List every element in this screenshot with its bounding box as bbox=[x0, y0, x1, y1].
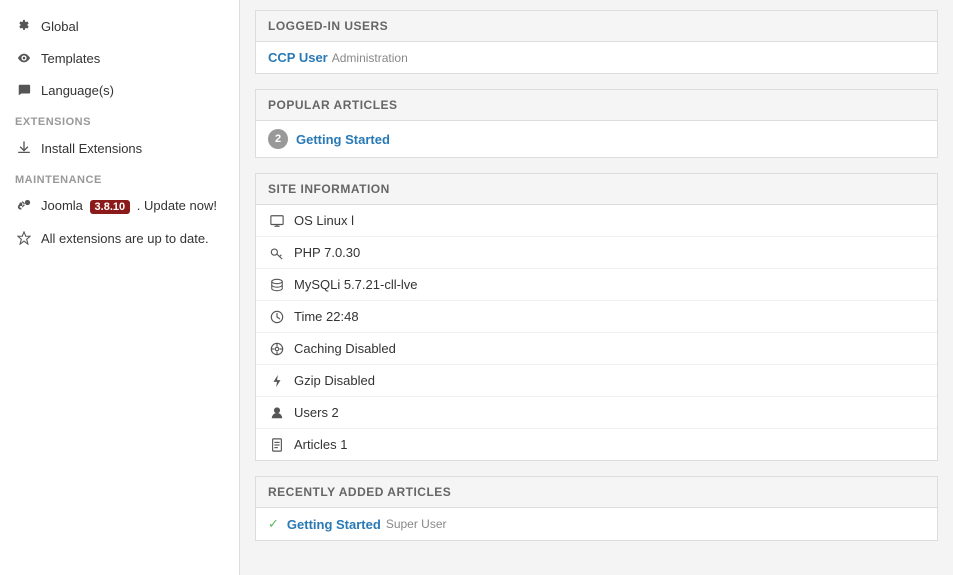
sidebar-item-languages[interactable]: Language(s) bbox=[0, 74, 239, 106]
database-icon bbox=[268, 278, 286, 292]
circle-o-icon bbox=[268, 342, 286, 356]
extensions-section-label: EXTENSIONS bbox=[0, 106, 239, 132]
site-info-users-label: Users 2 bbox=[294, 405, 339, 420]
site-info-mysql: MySQLi 5.7.21-cll-lve bbox=[256, 269, 937, 301]
site-info-os: OS Linux l bbox=[256, 205, 937, 237]
site-info-users: Users 2 bbox=[256, 397, 937, 429]
main-content: LOGGED-IN USERS CCP User Administration … bbox=[240, 0, 953, 575]
sidebar: Global Templates Language(s) EXTENSIONS … bbox=[0, 0, 240, 575]
logged-in-user-name[interactable]: CCP User bbox=[268, 50, 328, 65]
sidebar-item-install-extensions[interactable]: Install Extensions bbox=[0, 132, 239, 164]
site-info-gzip: Gzip Disabled bbox=[256, 365, 937, 397]
popular-article-link[interactable]: Getting Started bbox=[296, 132, 390, 147]
comment-icon bbox=[15, 81, 33, 99]
file-icon bbox=[268, 438, 286, 452]
sidebar-templates-label: Templates bbox=[41, 51, 100, 66]
key-icon bbox=[268, 246, 286, 260]
site-info-time-label: Time 22:48 bbox=[294, 309, 359, 324]
popular-articles-panel: POPULAR ARTICLES 2 Getting Started bbox=[255, 89, 938, 158]
sidebar-joomla-label: Joomla 3.8.10 . Update now! bbox=[41, 198, 217, 214]
site-information-panel: SITE INFORMATION OS Linux l PHP bbox=[255, 173, 938, 461]
maintenance-section-label: MAINTENANCE bbox=[0, 164, 239, 190]
sidebar-item-joomla-update[interactable]: Joomla 3.8.10 . Update now! bbox=[0, 190, 239, 222]
logged-in-user-role: Administration bbox=[332, 51, 408, 65]
popular-article-row: 2 Getting Started bbox=[256, 121, 937, 157]
site-info-mysql-label: MySQLi 5.7.21-cll-lve bbox=[294, 277, 418, 292]
site-info-articles-label: Articles 1 bbox=[294, 437, 347, 452]
monitor-icon bbox=[268, 214, 286, 228]
recently-added-author: Super User bbox=[386, 517, 447, 531]
recently-added-header: RECENTLY ADDED ARTICLES bbox=[256, 477, 937, 508]
sidebar-global-label: Global bbox=[41, 19, 79, 34]
recently-added-panel: RECENTLY ADDED ARTICLES ✓ Getting Starte… bbox=[255, 476, 938, 541]
logged-in-users-panel: LOGGED-IN USERS CCP User Administration bbox=[255, 10, 938, 74]
sidebar-item-templates[interactable]: Templates bbox=[0, 42, 239, 74]
popular-articles-header: POPULAR ARTICLES bbox=[256, 90, 937, 121]
site-info-time: Time 22:48 bbox=[256, 301, 937, 333]
site-information-header: SITE INFORMATION bbox=[256, 174, 937, 205]
sidebar-item-global[interactable]: Global bbox=[0, 10, 239, 42]
site-info-caching-label: Caching Disabled bbox=[294, 341, 396, 356]
recently-added-article-link[interactable]: Getting Started bbox=[287, 517, 381, 532]
sidebar-install-extensions-label: Install Extensions bbox=[41, 141, 142, 156]
site-info-php-label: PHP 7.0.30 bbox=[294, 245, 360, 260]
update-now-text: . Update now! bbox=[137, 198, 217, 213]
sidebar-item-extensions-uptodate[interactable]: All extensions are up to date. bbox=[0, 222, 239, 254]
site-info-os-label: OS Linux l bbox=[294, 213, 354, 228]
check-icon: ✓ bbox=[268, 516, 279, 532]
sidebar-extensions-uptodate-label: All extensions are up to date. bbox=[41, 231, 209, 246]
site-info-php: PHP 7.0.30 bbox=[256, 237, 937, 269]
user-icon bbox=[268, 406, 286, 420]
site-info-caching: Caching Disabled bbox=[256, 333, 937, 365]
logged-in-users-header: LOGGED-IN USERS bbox=[256, 11, 937, 42]
clock-icon bbox=[268, 310, 286, 324]
site-info-gzip-label: Gzip Disabled bbox=[294, 373, 375, 388]
logged-in-user-row: CCP User Administration bbox=[256, 42, 937, 73]
sidebar-languages-label: Language(s) bbox=[41, 83, 114, 98]
article-count-badge: 2 bbox=[268, 129, 288, 149]
site-info-articles: Articles 1 bbox=[256, 429, 937, 460]
recently-added-article-row: ✓ Getting Started Super User bbox=[256, 508, 937, 540]
eye-icon bbox=[15, 49, 33, 67]
joomla-icon bbox=[15, 197, 33, 215]
bolt-icon bbox=[268, 374, 286, 388]
gear-icon bbox=[15, 17, 33, 35]
download-icon bbox=[15, 139, 33, 157]
star-icon bbox=[15, 229, 33, 247]
joomla-version-badge: 3.8.10 bbox=[90, 200, 131, 214]
